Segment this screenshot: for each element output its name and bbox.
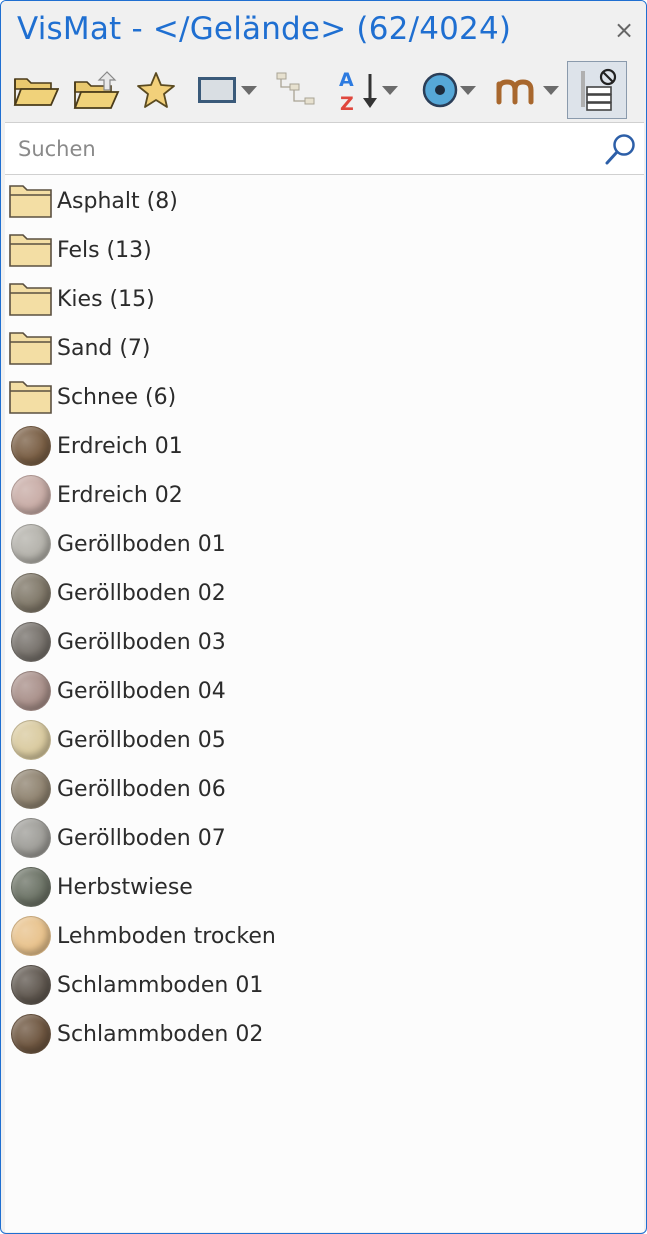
list-item-material[interactable]: Schlammboden 02: [5, 1010, 644, 1059]
material-swatch-icon: [11, 573, 51, 613]
list-item-label: Geröllboden 02: [57, 581, 226, 606]
material-swatch-icon: [11, 769, 51, 809]
folder-upload-button[interactable]: [71, 65, 123, 115]
server-filter-button[interactable]: [567, 61, 627, 119]
material-swatch-icon: [11, 1014, 51, 1054]
window-title: VisMat - </Gelände> (62/4024): [17, 11, 512, 47]
list-item-folder[interactable]: Kies (15): [5, 275, 644, 324]
list-item-label: Erdreich 02: [57, 483, 183, 508]
material-swatch-icon: [11, 622, 51, 662]
unit-button[interactable]: [489, 65, 565, 115]
material-swatch-icon: [11, 965, 51, 1005]
material-swatch-icon: [11, 818, 51, 858]
m-unit-icon: [496, 79, 534, 105]
chevron-down-icon: [460, 86, 476, 95]
list-item-material[interactable]: Geröllboden 03: [5, 618, 644, 667]
list-item-label: Asphalt (8): [57, 189, 178, 214]
hierarchy-icon: [276, 72, 315, 105]
material-swatch-icon: [11, 671, 51, 711]
list-item-label: Sand (7): [57, 336, 151, 361]
folder-icon: [9, 280, 53, 318]
material-browser: Asphalt (8) Fels (13) Kies (15) Sand (7): [5, 122, 644, 1232]
open-folder-button[interactable]: [11, 65, 61, 115]
favorite-button[interactable]: [133, 65, 179, 115]
list-item-folder[interactable]: Asphalt (8): [5, 177, 644, 226]
open-folder-icon: [13, 78, 59, 106]
folder-icon: [9, 182, 53, 220]
list-item-label: Fels (13): [57, 238, 152, 263]
material-swatch-icon: [11, 916, 51, 956]
material-swatch-icon: [11, 524, 51, 564]
list-item-label: Geröllboden 06: [57, 777, 226, 802]
search-input[interactable]: [5, 123, 595, 174]
list-item-material[interactable]: Geröllboden 01: [5, 520, 644, 569]
chevron-down-icon: [382, 86, 398, 95]
list-item-label: Geröllboden 01: [57, 532, 226, 557]
list-item-material[interactable]: Geröllboden 07: [5, 814, 644, 863]
list-item-material[interactable]: Geröllboden 02: [5, 569, 644, 618]
folder-upload-icon: [73, 71, 120, 109]
item-list: Asphalt (8) Fels (13) Kies (15) Sand (7): [5, 177, 644, 1059]
list-item-label: Geröllboden 03: [57, 630, 226, 655]
chevron-down-icon: [543, 86, 559, 95]
list-item-label: Schlammboden 01: [57, 973, 264, 998]
material-swatch-icon: [11, 426, 51, 466]
list-item-label: Lehmboden trocken: [57, 924, 276, 949]
list-item-label: Kies (15): [57, 287, 155, 312]
toolbar: A Z: [1, 59, 646, 121]
sort-button[interactable]: A Z: [331, 65, 405, 115]
folder-icon: [9, 378, 53, 416]
view-mode-button[interactable]: [191, 65, 263, 115]
server-filter-icon: [581, 68, 617, 111]
vismat-window: VisMat - </Gelände> (62/4024) × A Z Such…: [0, 0, 647, 1234]
sort-z-letter: Z: [340, 93, 354, 112]
material-swatch-icon: [11, 720, 51, 760]
list-item-label: Geröllboden 05: [57, 728, 226, 753]
list-item-material[interactable]: Geröllboden 04: [5, 667, 644, 716]
list-item-folder[interactable]: Schnee (6): [5, 373, 644, 422]
chevron-down-icon: [241, 86, 257, 95]
title-bar[interactable]: VisMat - </Gelände> (62/4024) ×: [1, 1, 646, 59]
list-item-material[interactable]: Geröllboden 05: [5, 716, 644, 765]
material-swatch-icon: [11, 475, 51, 515]
list-item-material[interactable]: Lehmboden trocken: [5, 912, 644, 961]
list-item-label: Geröllboden 07: [57, 826, 226, 851]
close-button[interactable]: ×: [610, 15, 638, 45]
list-item-label: Herbstwiese: [57, 875, 193, 900]
material-sphere-button[interactable]: [413, 65, 485, 115]
sort-az-icon: A Z: [339, 69, 377, 112]
folder-icon: [9, 329, 53, 367]
folder-icon: [9, 231, 53, 269]
list-item-label: Schnee (6): [57, 385, 177, 410]
list-item-material[interactable]: Herbstwiese: [5, 863, 644, 912]
list-item-material[interactable]: Erdreich 01: [5, 422, 644, 471]
material-swatch-icon: [11, 867, 51, 907]
sort-a-letter: A: [339, 69, 354, 91]
favorite-star-icon: [137, 72, 175, 108]
list-item-label: Schlammboden 02: [57, 1022, 264, 1047]
list-item-folder[interactable]: Sand (7): [5, 324, 644, 373]
list-item-label: Geröllboden 04: [57, 679, 226, 704]
material-sphere-icon: [422, 72, 458, 108]
hierarchy-button[interactable]: [271, 65, 323, 115]
list-item-material[interactable]: Schlammboden 01: [5, 961, 644, 1010]
search-icon[interactable]: [604, 132, 638, 166]
list-item-folder[interactable]: Fels (13): [5, 226, 644, 275]
search-bar: [5, 123, 644, 175]
list-item-material[interactable]: Geröllboden 06: [5, 765, 644, 814]
list-item-label: Erdreich 01: [57, 434, 183, 459]
list-item-material[interactable]: Erdreich 02: [5, 471, 644, 520]
view-mode-icon: [198, 77, 236, 103]
